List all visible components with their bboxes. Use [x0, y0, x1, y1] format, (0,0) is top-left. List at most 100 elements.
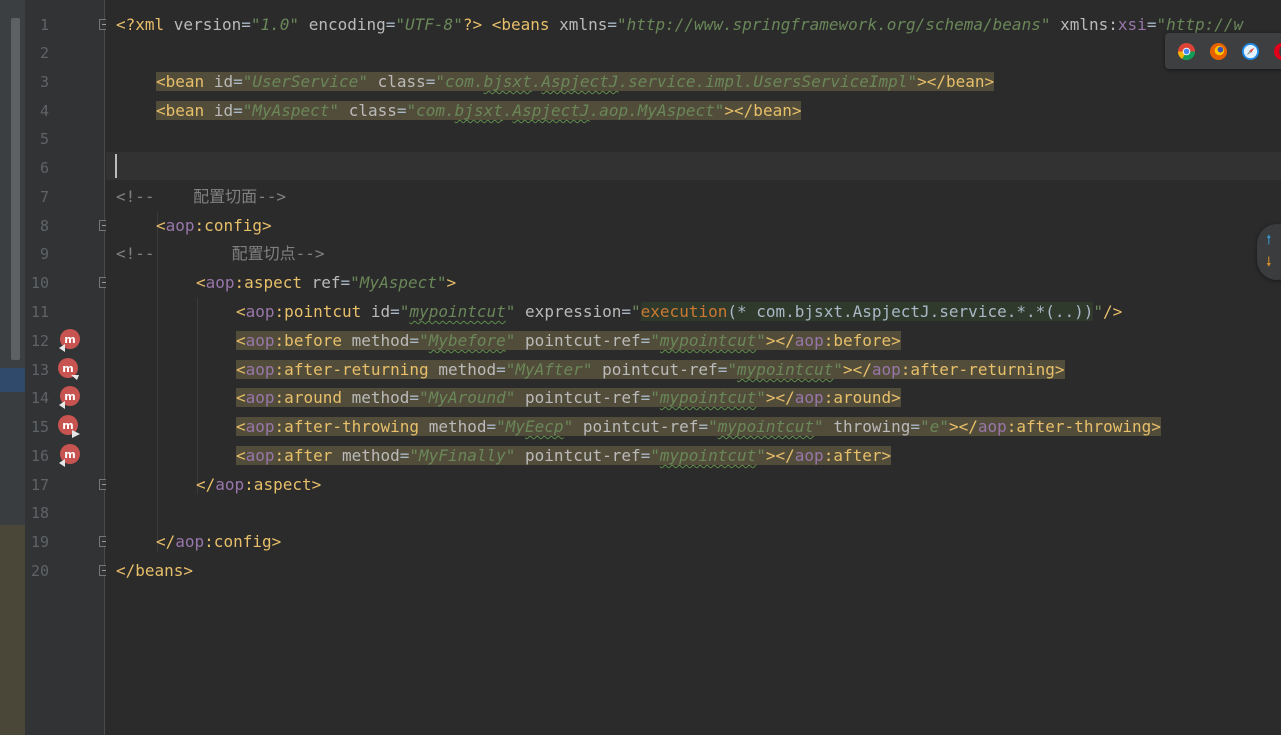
- equals: =: [233, 72, 243, 91]
- attr-value: "UserService": [242, 72, 368, 91]
- attr-name: method: [428, 417, 487, 436]
- tag-name: :before: [823, 331, 892, 350]
- attr-value: "com.: [406, 101, 455, 120]
- attr-name: pointcut-ref: [525, 446, 641, 465]
- tag-bracket: <: [236, 360, 246, 379]
- attr-name: method: [438, 360, 497, 379]
- code-line-10[interactable]: <aop:aspect ref="MyAspect">: [196, 269, 456, 297]
- attr-value: "MyAspect": [350, 273, 447, 292]
- code-line-19[interactable]: </aop:config>: [156, 528, 281, 556]
- attr-value: .aop.MyAspect": [589, 101, 725, 120]
- typo-word: mypointcut: [659, 331, 757, 350]
- tag-bracket: <: [156, 216, 166, 235]
- arrow-up-icon[interactable]: 🠕: [1266, 234, 1272, 247]
- code-line-4[interactable]: <bean id="MyAspect" class="com.bjsxt.Asp…: [156, 97, 802, 125]
- equals: =: [640, 446, 651, 465]
- tag-bracket: >: [311, 475, 322, 494]
- equals: =: [425, 72, 436, 91]
- namespace-prefix: aop: [977, 417, 1007, 436]
- code-line-11[interactable]: <aop:pointcut id="mypointcut" expression…: [236, 298, 1122, 326]
- line-number: 2: [39, 44, 49, 62]
- code-line-7[interactable]: <!-- 配置切面-->: [116, 183, 286, 211]
- code-line-16[interactable]: <aop:after method="MyFinally" pointcut-r…: [236, 442, 892, 470]
- arrow-down-icon[interactable]: 🠗: [1266, 256, 1272, 269]
- equals: =: [698, 417, 709, 436]
- equals: =: [486, 417, 497, 436]
- namespace-prefix: aop: [245, 302, 275, 321]
- chrome-icon[interactable]: [1177, 42, 1196, 61]
- method-advice-icon[interactable]: m: [57, 414, 81, 438]
- tag-bracket: ></: [765, 446, 795, 465]
- typo-word: mypointcut: [717, 417, 815, 436]
- tag-name: :config: [194, 216, 262, 235]
- attr-name: method: [351, 388, 410, 407]
- tag-bracket: <: [236, 331, 246, 350]
- typo-word: mypointcut: [659, 446, 757, 465]
- quote: ": [563, 417, 574, 436]
- tag-name: :after-returning: [900, 360, 1055, 379]
- equals: =: [496, 360, 506, 379]
- code-line-9[interactable]: <!-- 配置切点-->: [116, 240, 325, 268]
- code-line-12[interactable]: <aop:before method="Mybefore" pointcut-r…: [236, 327, 901, 355]
- code-line-14[interactable]: <aop:around method="MyAround" pointcut-r…: [236, 384, 901, 412]
- typo-word: AspjectJ: [512, 101, 590, 120]
- left-scrollbar-thumb[interactable]: [11, 18, 20, 360]
- tag-bracket: </: [156, 532, 176, 551]
- method-advice-icon[interactable]: m: [57, 328, 81, 352]
- quote: ": [756, 388, 766, 407]
- expression-function: execution: [640, 302, 728, 321]
- code-line-13[interactable]: <aop:after-returning method="MyAfter" po…: [236, 356, 1065, 384]
- line-number: 7: [39, 188, 49, 206]
- svg-text:m: m: [62, 362, 73, 375]
- equals: =: [640, 331, 651, 350]
- code-line-20[interactable]: </beans>: [116, 557, 193, 585]
- firefox-icon[interactable]: [1209, 42, 1228, 61]
- equals: =: [409, 388, 420, 407]
- code-line-1[interactable]: <?xml version="1.0" encoding="UTF-8"?> <…: [116, 11, 1243, 39]
- typo-word: AspjectJ: [541, 72, 619, 91]
- typo-word: Mybefore: [428, 331, 506, 350]
- tag-close: ></bean>: [917, 72, 995, 91]
- method-advice-icon[interactable]: m: [57, 443, 81, 467]
- tag-bracket: ></: [765, 331, 795, 350]
- method-advice-icon[interactable]: m: [57, 385, 81, 409]
- tag-bracket: <: [236, 388, 246, 407]
- namespace-prefix: aop: [205, 273, 235, 292]
- method-advice-icon[interactable]: m: [57, 357, 81, 381]
- line-number: 13: [30, 361, 49, 379]
- safari-icon[interactable]: [1241, 42, 1260, 61]
- line-number: 4: [39, 102, 49, 120]
- equals: =: [390, 302, 400, 321]
- tag-bracket: ></: [948, 417, 978, 436]
- attr-name: method: [351, 331, 410, 350]
- code-line-8[interactable]: <aop:config>: [156, 212, 272, 240]
- tag-name: :after: [274, 446, 333, 465]
- line-number: 19: [30, 533, 49, 551]
- code-line-3[interactable]: <bean id="UserService" class="com.bjsxt.…: [156, 68, 995, 96]
- expression-body: (* com.bjsxt.AspjectJ.service.*.*(..)): [727, 302, 1094, 321]
- highlighted-tag: <aop:after method="MyFinally" pointcut-r…: [236, 446, 892, 465]
- highlighted-tag: <aop:after-returning method="MyAfter" po…: [236, 360, 1065, 379]
- line-number: 17: [30, 476, 49, 494]
- tag-bracket: >: [1054, 360, 1065, 379]
- equals: =: [607, 15, 617, 34]
- typo-word: bjsxt: [483, 72, 532, 91]
- attr-name: pointcut-ref: [582, 417, 699, 436]
- tag-bracket: >: [881, 446, 892, 465]
- code-line-17[interactable]: </aop:aspect>: [196, 471, 321, 499]
- line-number: 15: [30, 418, 49, 436]
- tag-name: :after: [823, 446, 882, 465]
- attr-value: "1.0": [250, 15, 300, 34]
- tag-bracket: >: [1151, 417, 1161, 436]
- tag-name: :before: [274, 331, 342, 350]
- code-line-15[interactable]: <aop:after-throwing method="MyEecp" poin…: [236, 413, 1161, 441]
- opera-icon[interactable]: [1273, 42, 1281, 61]
